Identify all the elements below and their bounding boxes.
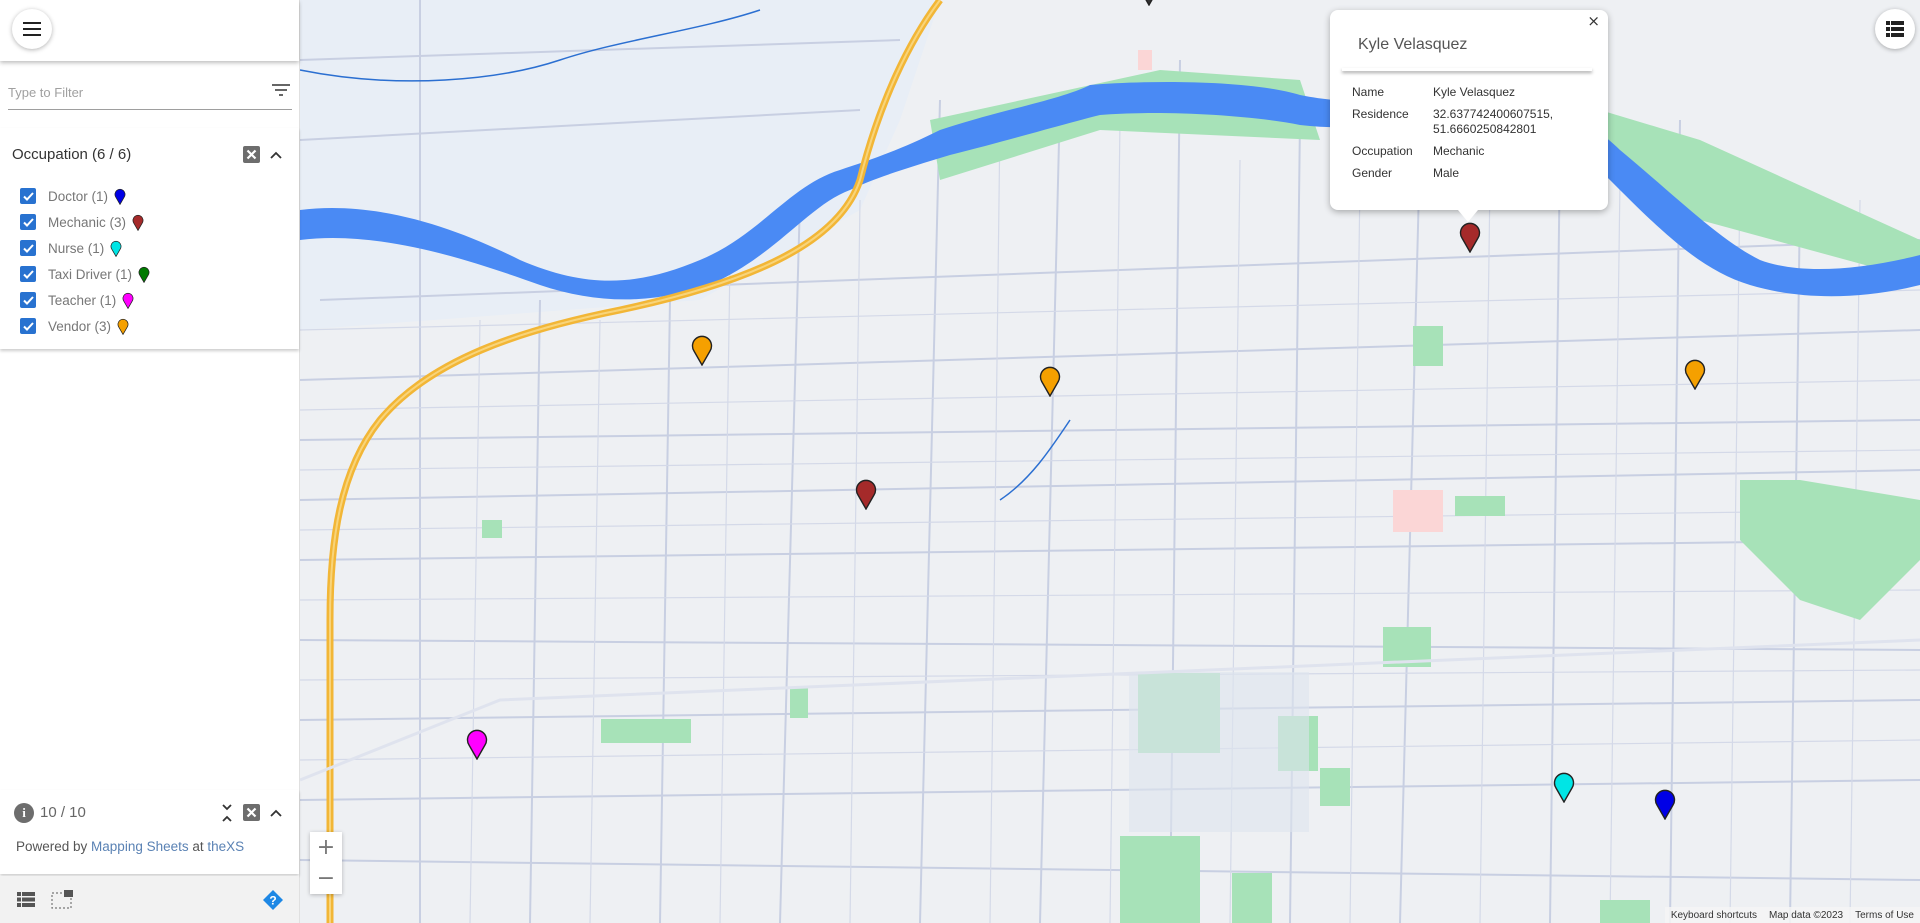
info-window: × Kyle Velasquez Name Kyle Velasquez Resi… — [1330, 10, 1608, 222]
map-landmark — [1129, 672, 1309, 832]
check-icon — [22, 217, 34, 227]
layers-button[interactable] — [1875, 9, 1915, 49]
category-item-nurse[interactable]: Nurse (1) — [20, 235, 150, 261]
sidebar-header — [0, 0, 299, 61]
layers-list-icon — [1886, 21, 1904, 37]
category-item-mechanic[interactable]: Mechanic (3) — [20, 209, 150, 235]
mapping-sheets-link[interactable]: Mapping Sheets — [91, 839, 189, 854]
category-item-doctor[interactable]: Doctor (1) — [20, 183, 150, 209]
map-data-text: Map data ©2023 — [1769, 909, 1844, 921]
checkbox-checked[interactable] — [20, 318, 36, 334]
summary-card: i 10 / 10 Powered by Mapping Sheets at t… — [0, 790, 299, 874]
category-item-taxi-driver[interactable]: Taxi Driver (1) — [20, 261, 150, 287]
close-icon[interactable]: × — [1587, 12, 1600, 30]
map-marker-offscreen[interactable] — [1138, 0, 1160, 6]
map-pin-icon — [122, 292, 134, 309]
map-marker-vendor[interactable] — [1039, 365, 1061, 397]
powered-by-text: Powered by — [16, 839, 92, 854]
category-label: Taxi Driver (1) — [48, 266, 133, 282]
filter-input[interactable] — [8, 78, 258, 106]
map-marker-vendor[interactable] — [1684, 358, 1706, 390]
checkbox-checked[interactable] — [20, 214, 36, 230]
category-label: Nurse (1) — [48, 240, 105, 256]
info-value: 32.637742400607515, 51.6660250842801 — [1433, 107, 1554, 136]
menu-button[interactable] — [12, 9, 52, 49]
info-window-title: Kyle Velasquez — [1358, 36, 1468, 53]
hamburger-menu-icon — [23, 22, 41, 36]
info-row: Occupation Mechanic — [1352, 144, 1583, 159]
category-label: Doctor (1) — [48, 188, 109, 204]
checkbox-checked[interactable] — [20, 266, 36, 282]
sidebar-footer: ? — [0, 876, 299, 923]
filter-field — [8, 78, 292, 110]
select-area-icon[interactable] — [51, 890, 73, 909]
svg-text:?: ? — [269, 894, 276, 908]
check-icon — [22, 243, 34, 253]
info-key: Residence — [1352, 107, 1409, 121]
clear-box-icon — [246, 149, 257, 160]
map-marker-vendor[interactable] — [691, 334, 713, 366]
category-item-vendor[interactable]: Vendor (3) — [20, 313, 150, 339]
clear-group-button[interactable] — [243, 146, 260, 163]
map-pin-icon — [138, 266, 150, 283]
occupation-group: Occupation (6 / 6) Doctor (1) Mechanic (… — [0, 128, 299, 349]
record-count: 10 / 10 — [40, 804, 86, 821]
category-label: Vendor (3) — [48, 318, 112, 334]
powered-by: Powered by Mapping Sheets at theXS — [16, 839, 244, 854]
info-row: Gender Male — [1352, 166, 1583, 181]
map-landmark — [1393, 490, 1443, 532]
info-row: Residence 32.637742400607515, 51.66602508… — [1352, 107, 1583, 137]
map-attribution: Keyboard shortcuts Map data ©2023 Terms … — [1664, 907, 1920, 923]
zoom-control: + − — [310, 832, 342, 894]
info-key: Gender — [1352, 166, 1393, 180]
category-list: Doctor (1) Mechanic (3) Nurse (1) Taxi D… — [20, 183, 150, 339]
zoom-out-button[interactable]: − — [310, 863, 342, 894]
category-item-teacher[interactable]: Teacher (1) — [20, 287, 150, 313]
divider — [1342, 68, 1592, 71]
check-icon — [22, 269, 34, 279]
app: × Kyle Velasquez Name Kyle Velasquez Resi… — [0, 0, 1920, 923]
category-label: Teacher (1) — [48, 292, 117, 308]
group-title[interactable]: Occupation (6 / 6) — [12, 146, 131, 163]
check-icon — [22, 321, 34, 331]
info-icon: i — [14, 803, 34, 823]
map-pin-icon — [132, 214, 144, 231]
collapse-all-icon[interactable] — [219, 803, 235, 823]
info-key: Occupation — [1352, 144, 1413, 158]
info-key: Name — [1352, 85, 1385, 99]
category-label: Mechanic (3) — [48, 214, 127, 230]
map-landmark — [1138, 50, 1152, 70]
help-icon[interactable]: ? — [263, 890, 283, 910]
map-pin-icon — [117, 318, 129, 335]
check-icon — [22, 191, 34, 201]
clear-all-button[interactable] — [243, 804, 260, 821]
map-marker-doctor[interactable] — [1654, 788, 1676, 820]
checkbox-checked[interactable] — [20, 240, 36, 256]
map-marker-nurse[interactable] — [1553, 771, 1575, 803]
map-pin-icon — [110, 240, 122, 257]
check-icon — [22, 295, 34, 305]
keyboard-shortcuts-link[interactable]: Keyboard shortcuts — [1671, 910, 1757, 921]
chevron-up-icon[interactable] — [268, 805, 284, 821]
filter-icon[interactable] — [272, 84, 290, 98]
thexs-link[interactable]: theXS — [207, 839, 244, 854]
map-pin-icon — [114, 188, 126, 205]
list-view-icon[interactable] — [17, 892, 35, 907]
map-marker-mechanic-selected[interactable] — [1459, 221, 1481, 253]
map-marker-teacher[interactable] — [466, 728, 488, 760]
chevron-up-icon[interactable] — [268, 147, 284, 163]
info-row: Name Kyle Velasquez — [1352, 85, 1583, 100]
info-value: Kyle Velasquez — [1433, 85, 1516, 99]
zoom-in-button[interactable]: + — [310, 832, 342, 863]
info-window-table: Name Kyle Velasquez Residence 32.637742400… — [1352, 85, 1583, 188]
checkbox-checked[interactable] — [20, 188, 36, 204]
sidebar: Occupation (6 / 6) Doctor (1) Mechanic (… — [0, 0, 300, 923]
info-value: Male — [1433, 166, 1460, 180]
clear-box-icon — [246, 807, 257, 818]
checkbox-checked[interactable] — [20, 292, 36, 308]
info-value: Mechanic — [1433, 144, 1485, 158]
powered-by-at: at — [188, 839, 208, 854]
map-marker-mechanic[interactable] — [855, 478, 877, 510]
terms-of-use-link[interactable]: Terms of Use — [1855, 910, 1914, 921]
